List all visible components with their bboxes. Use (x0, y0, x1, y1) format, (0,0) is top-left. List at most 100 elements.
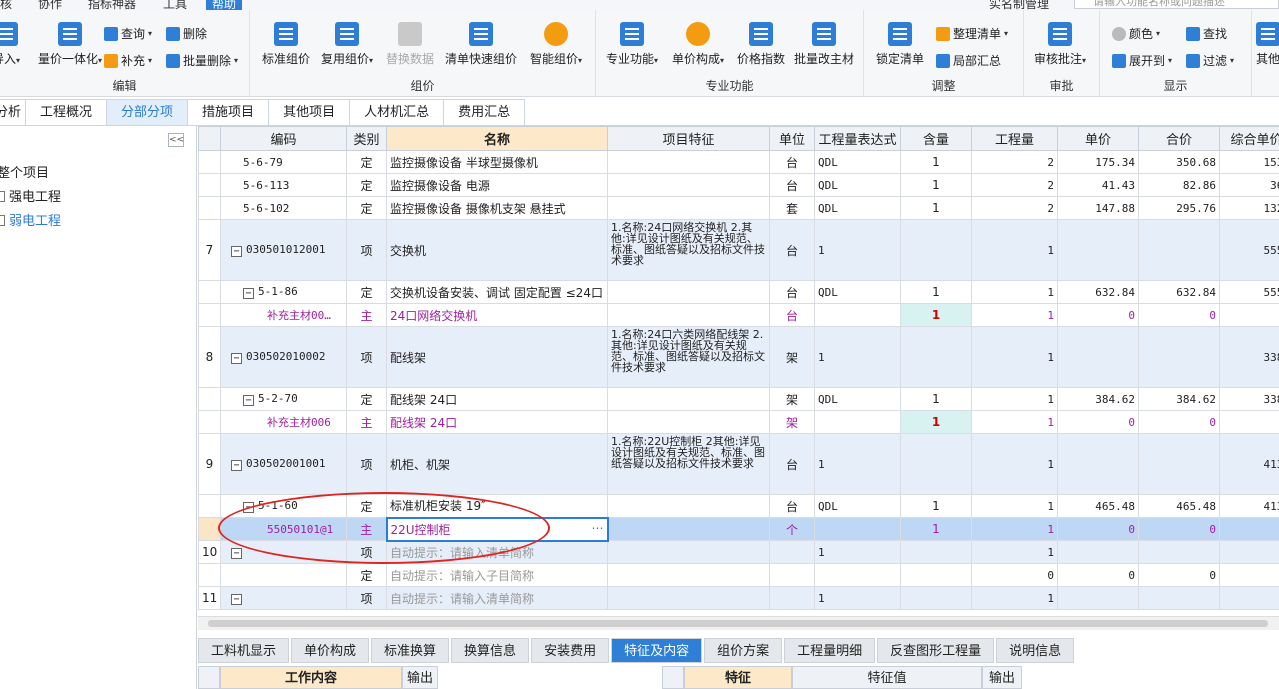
reuse-pricing-button[interactable]: 复用组价▾ (321, 22, 373, 67)
table-row[interactable]: −5-1-86 定 交换机设备安装、调试 固定配置 ≤24口 台 QDL 1 1 632.84… (198, 280, 1279, 304)
cell-name[interactable]: 交换机 (386, 219, 608, 281)
tab-conversion-info[interactable]: 换算信息 (451, 638, 530, 663)
cell-unit[interactable]: 台 (769, 433, 815, 495)
cell-expr[interactable]: QDL (814, 196, 901, 220)
cell-name[interactable]: 自动提示：请输入清单简称 (386, 540, 608, 564)
cell-amount[interactable]: 1 (971, 326, 1058, 388)
cell-expr[interactable]: QDL (814, 280, 901, 304)
cell-price[interactable]: 384.62 (1057, 387, 1139, 411)
col-code[interactable]: 编码 (220, 126, 347, 151)
cell-name[interactable]: 标准机柜安装 19″ (386, 494, 608, 518)
help-search-input[interactable]: 请输入功能名称或问题描述 (1074, 0, 1279, 9)
cell-unit[interactable] (769, 540, 815, 564)
cell-code[interactable]: −5-1-60 (220, 494, 347, 518)
color-button[interactable]: 颜色 ▾ (1112, 25, 1160, 42)
cell-code[interactable]: −030501012001 (220, 219, 347, 281)
cell-cat[interactable]: 项 (346, 586, 387, 610)
cell-name[interactable]: 机柜、机架 (386, 433, 608, 495)
cell-name[interactable]: 24口网络交换机 (386, 303, 608, 327)
cell-amount[interactable]: 2 (971, 196, 1058, 220)
cell-expr[interactable]: 1 (814, 326, 901, 388)
cell-amount[interactable]: 2 (971, 150, 1058, 174)
cell-cat[interactable]: 项 (346, 326, 387, 388)
cell-price[interactable]: 465.48 (1057, 494, 1139, 518)
cell-amount[interactable]: 1 (971, 280, 1058, 304)
cell-feat[interactable]: 1.名称:22U控制柜 2其他:详见设计图纸及有关规范、标准、图纸答疑以及招标文… (607, 433, 770, 495)
cell-unit[interactable]: 套 (769, 196, 815, 220)
cell-cat[interactable]: 定 (346, 196, 387, 220)
cell-feat[interactable] (607, 150, 770, 174)
menu-item-core[interactable]: 核 (0, 0, 12, 10)
cell-feat[interactable] (607, 563, 770, 587)
cell-expr[interactable]: QDL (814, 494, 901, 518)
cell-cat[interactable]: 主 (346, 410, 387, 434)
tab-unit-price-structure[interactable]: 单价构成 (291, 638, 370, 663)
cell-code[interactable]: − (220, 586, 347, 610)
feature-output-col[interactable]: 输出 (982, 666, 1022, 689)
cell-qty[interactable]: 1 (900, 280, 972, 304)
cell-qty[interactable] (900, 433, 972, 495)
account-link[interactable]: 实名制管理 (989, 0, 1049, 10)
cell-code[interactable]: 5-6-102 (220, 196, 347, 220)
cell-cat[interactable]: 定 (346, 494, 387, 518)
menu-item-tools[interactable]: 工具 (163, 0, 187, 10)
cell-expr[interactable]: QDL (814, 150, 901, 174)
cell-feat[interactable]: 1.名称:24口六类网络配线架 2.其他:详见设计图纸及有关规范、标准、图纸答疑… (607, 326, 770, 388)
cell-qty[interactable]: 1 (900, 150, 972, 174)
cell-comp[interactable] (1219, 410, 1279, 434)
work-content-col[interactable]: 工作内容 (220, 666, 402, 689)
cell-price[interactable]: 41.43 (1057, 173, 1139, 197)
cell-expr[interactable]: 1 (814, 586, 901, 610)
cell-comp[interactable] (1219, 586, 1279, 610)
table-row[interactable]: 5-6-102 定 监控摄像设备 摄像机支架 悬挂式 套 QDL 1 2 147.88 295.… (198, 196, 1279, 220)
cell-unit[interactable]: 台 (769, 280, 815, 304)
cell-comp[interactable]: 338. (1219, 387, 1279, 411)
cell-comp[interactable] (1219, 563, 1279, 587)
menu-item-index-tool[interactable]: 指标神器 (88, 0, 136, 10)
tab-features-content[interactable]: 特征及内容 (611, 638, 703, 663)
cell-price[interactable]: 632.84 (1057, 280, 1139, 304)
cell-qty[interactable] (900, 219, 972, 281)
col-category[interactable]: 类别 (346, 126, 387, 151)
cell-cat[interactable]: 主 (346, 303, 387, 327)
cell-unit[interactable]: 架 (769, 326, 815, 388)
cell-total[interactable]: 384.62 (1138, 387, 1220, 411)
cell-code[interactable]: 补充主材006 (220, 410, 347, 434)
cell-total[interactable] (1138, 433, 1220, 495)
cell-qty[interactable]: 1 (900, 196, 972, 220)
cell-name[interactable]: 监控摄像设备 半球型摄像机 (386, 150, 608, 174)
col-expression[interactable]: 工程量表达式 (814, 126, 901, 151)
cell-cat[interactable]: 项 (346, 540, 387, 564)
cell-comp[interactable] (1219, 540, 1279, 564)
cell-code[interactable]: −5-2-70 (220, 387, 347, 411)
cell-price[interactable]: 175.34 (1057, 150, 1139, 174)
cell-cat[interactable]: 定 (346, 280, 387, 304)
cell-amount[interactable]: 1 (971, 410, 1058, 434)
cell-price[interactable]: 0 (1057, 410, 1139, 434)
cell-name[interactable]: 22U控制柜 ⋯ (385, 516, 609, 542)
cell-amount[interactable]: 1 (971, 586, 1058, 610)
scrollbar-thumb[interactable] (208, 620, 1268, 627)
cell-unit[interactable] (769, 586, 815, 610)
table-row[interactable]: 5-6-113 定 监控摄像设备 电源 台 QDL 1 2 41.43 82.86 36. (198, 173, 1279, 197)
cell-total[interactable]: 350.68 (1138, 150, 1220, 174)
cell-total[interactable]: 295.76 (1138, 196, 1220, 220)
cell-amount[interactable]: 1 (971, 517, 1058, 541)
cell-amount[interactable]: 1 (971, 494, 1058, 518)
menu-item-collab[interactable]: 协作 (38, 0, 62, 10)
col-content[interactable]: 含量 (900, 126, 972, 151)
table-row[interactable]: 10− 项 自动提示：请输入清单简称 1 1 (198, 540, 1279, 564)
cell-price[interactable] (1057, 219, 1139, 281)
lock-list-button[interactable]: 锁定清单 (876, 22, 924, 67)
cell-code[interactable]: − (220, 540, 347, 564)
col-quantity[interactable]: 工程量 (971, 126, 1058, 151)
cell-amount[interactable]: 1 (971, 387, 1058, 411)
batch-delete-button[interactable]: 批量删除 ▾ (166, 52, 238, 69)
table-row[interactable]: −5-1-60 定 标准机柜安装 19″ 台 QDL 1 1 465.48 465.48 413. (198, 494, 1279, 518)
tab-labor-material[interactable]: 人材机汇总 (349, 99, 445, 125)
cell-cat[interactable]: 定 (346, 173, 387, 197)
import-button[interactable]: 导入▾ (0, 22, 20, 67)
collapse-toggle-icon[interactable]: − (243, 395, 254, 406)
table-row[interactable]: 7−030501012001 项 交换机 1.名称:24口网络交换机 2.其他:详见设… (198, 219, 1279, 281)
col-comprehensive-price[interactable]: 综合单价 (1219, 126, 1279, 151)
